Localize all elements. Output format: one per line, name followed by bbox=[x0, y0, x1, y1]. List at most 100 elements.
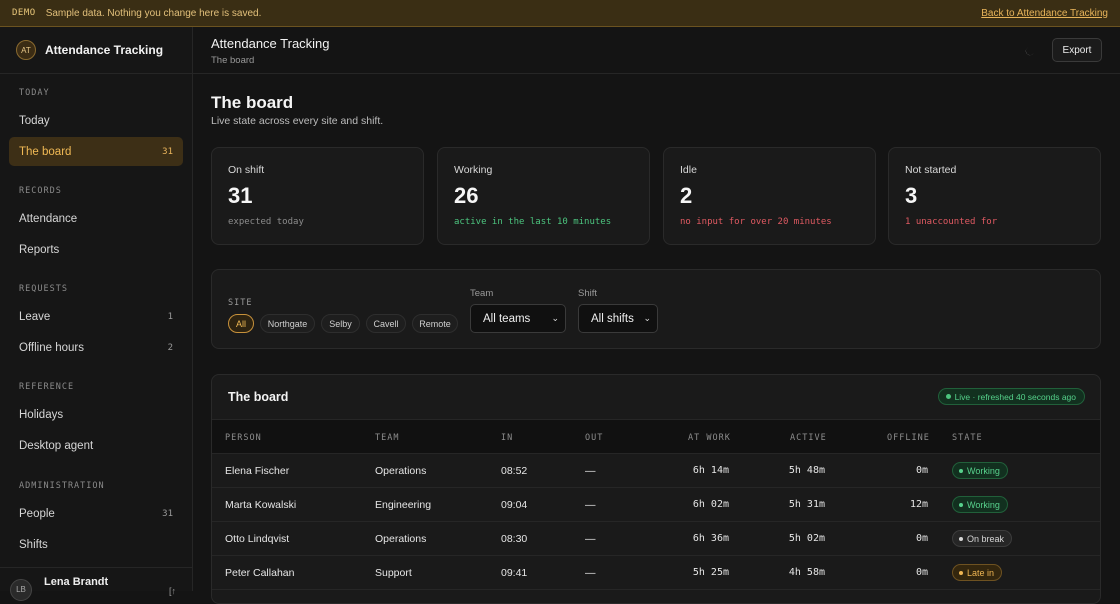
live-dot-icon bbox=[945, 394, 951, 399]
cell-person: Peter Callahan bbox=[225, 567, 295, 579]
sidebar-item-holidays[interactable]: Holidays bbox=[9, 400, 183, 429]
stat-value: 31 bbox=[228, 183, 253, 208]
column-header-offline[interactable]: OFFLINE bbox=[887, 433, 930, 443]
sidebar-item-shifts[interactable]: Shifts bbox=[9, 530, 183, 559]
sidebar-item-reports[interactable]: Reports bbox=[9, 235, 183, 264]
column-header-active[interactable]: ACTIVE bbox=[790, 433, 827, 443]
shift-filter-label: Shift bbox=[578, 288, 598, 299]
column-header-team[interactable]: TEAM bbox=[375, 433, 399, 443]
site-chip-cavell[interactable]: Cavell bbox=[366, 314, 406, 333]
table-header: PERSON TEAM IN OUT AT WORK ACTIVE OFFLIN… bbox=[212, 419, 1100, 454]
site-chip-selby[interactable]: Selby bbox=[321, 314, 360, 333]
sidebar-item-label: Shifts bbox=[19, 538, 48, 551]
sidebar-item-count: 31 bbox=[162, 146, 173, 157]
sidebar-item-label: Reports bbox=[19, 243, 60, 256]
column-header-in[interactable]: IN bbox=[501, 433, 513, 443]
stat-value: 2 bbox=[680, 183, 693, 208]
cell-at-work: 6h 36m bbox=[692, 533, 729, 544]
status-dot-icon bbox=[959, 468, 963, 473]
status-text: On break bbox=[967, 533, 1005, 544]
sidebar-item-label: The board bbox=[19, 145, 72, 158]
cell-team: Operations bbox=[375, 465, 427, 477]
site-chip-northgate[interactable]: Northgate bbox=[260, 314, 315, 333]
cell-active: 5h 48m bbox=[788, 465, 825, 476]
board-panel: The board Live · refreshed 40 seconds ag… bbox=[211, 374, 1101, 604]
theme-toggle-button[interactable] bbox=[1019, 41, 1039, 61]
status-text: Working bbox=[967, 499, 1000, 510]
column-header-at-work[interactable]: AT WORK bbox=[688, 433, 731, 443]
sidebar-item-count: 1 bbox=[167, 311, 173, 322]
sidebar-item-label: Today bbox=[19, 114, 50, 127]
user-name: Lena Brandt bbox=[44, 575, 109, 588]
sidebar-item-people[interactable]: People 31 bbox=[9, 499, 183, 528]
status-badge: Late in bbox=[952, 564, 1003, 581]
sidebar-item-label: People bbox=[19, 507, 55, 520]
chevron-down-icon: ⌄ bbox=[551, 313, 559, 323]
site-filter-label: SITE bbox=[228, 298, 253, 308]
column-header-state[interactable]: STATE bbox=[952, 433, 983, 443]
app-title: Attendance Tracking bbox=[211, 36, 330, 51]
column-header-out[interactable]: OUT bbox=[585, 433, 603, 443]
sidebar-item-today[interactable]: Today bbox=[9, 106, 183, 135]
sidebar-item-attendance[interactable]: Attendance bbox=[9, 204, 183, 233]
stat-note: expected today bbox=[228, 217, 304, 227]
avatar: LB bbox=[10, 578, 32, 601]
topbar: Attendance Tracking The board Export bbox=[193, 27, 1120, 74]
cell-person: Marta Kowalski bbox=[225, 499, 297, 511]
cell-team: Engineering bbox=[375, 499, 432, 511]
cell-team: Support bbox=[375, 567, 412, 579]
section-records: RECORDS bbox=[19, 186, 62, 196]
moon-icon bbox=[1025, 46, 1034, 55]
sidebar-item-count: 2 bbox=[167, 342, 173, 353]
sidebar-item-label: Leave bbox=[19, 310, 51, 323]
page-title: The board bbox=[211, 93, 294, 112]
stat-label: Not started bbox=[905, 164, 957, 176]
table-row[interactable]: Marta Kowalski Engineering 09:04 — 6h 02… bbox=[212, 488, 1100, 522]
stat-note: 1 unaccounted for bbox=[905, 217, 998, 227]
cell-in: 08:30 bbox=[501, 533, 528, 545]
table-row[interactable]: Elena Fischer Operations 08:52 — 6h 14m … bbox=[212, 454, 1100, 488]
cell-active: 5h 31m bbox=[788, 499, 825, 510]
cell-person: Otto Lindqvist bbox=[225, 533, 290, 545]
sidebar-item-desktop-agent[interactable]: Desktop agent bbox=[9, 431, 183, 460]
status-badge: On break bbox=[952, 530, 1013, 547]
stat-card-idle: Idle 2 no input for over 20 minutes bbox=[663, 147, 876, 245]
sidebar-item-count: 31 bbox=[162, 508, 173, 519]
table-row[interactable]: Peter Callahan Support 09:41 — 5h 25m 4h… bbox=[212, 556, 1100, 590]
cell-out: — bbox=[585, 567, 596, 579]
sidebar-item-leave[interactable]: Leave 1 bbox=[9, 302, 183, 331]
stat-card-working: Working 26 active in the last 10 minutes bbox=[437, 147, 650, 245]
main-content: Attendance Tracking The board Export The… bbox=[193, 27, 1120, 604]
stat-label: Working bbox=[454, 164, 493, 176]
status-text: Late in bbox=[967, 567, 995, 578]
cell-out: — bbox=[585, 533, 596, 545]
status-badge: Working bbox=[952, 496, 1008, 513]
table-row[interactable]: Otto Lindqvist Operations 08:30 — 6h 36m… bbox=[212, 522, 1100, 556]
site-chip-all[interactable]: All bbox=[228, 314, 254, 333]
cell-active: 5h 02m bbox=[788, 533, 825, 544]
cell-offline: 0m bbox=[915, 567, 928, 578]
export-button[interactable]: Export bbox=[1052, 38, 1102, 62]
back-link[interactable]: Back to Attendance Tracking bbox=[981, 8, 1108, 19]
team-select[interactable]: All teams ⌄ bbox=[470, 304, 566, 333]
section-requests: REQUESTS bbox=[19, 284, 68, 294]
shift-select[interactable]: All shifts ⌄ bbox=[578, 304, 658, 333]
cell-at-work: 6h 02m bbox=[692, 499, 729, 510]
stat-value: 26 bbox=[454, 183, 479, 208]
site-chip-remote[interactable]: Remote bbox=[412, 314, 458, 333]
sign-out-icon[interactable]: [↑ bbox=[169, 586, 176, 596]
section-today: TODAY bbox=[19, 88, 50, 98]
status-dot-icon bbox=[959, 570, 963, 575]
team-select-value: All teams bbox=[483, 312, 531, 325]
sidebar-item-board[interactable]: The board 31 bbox=[9, 137, 183, 166]
sidebar-item-offline-hours[interactable]: Offline hours 2 bbox=[9, 333, 183, 362]
section-reference: REFERENCE bbox=[19, 382, 75, 392]
cell-offline: 0m bbox=[915, 465, 928, 476]
cell-in: 09:04 bbox=[501, 499, 528, 511]
brand[interactable]: AT Attendance Tracking bbox=[0, 27, 192, 74]
live-status-badge: Live · refreshed 40 seconds ago bbox=[937, 388, 1085, 405]
user-profile[interactable]: LB Lena Brandt [↑ bbox=[0, 567, 192, 601]
sidebar-item-label: Holidays bbox=[19, 408, 64, 421]
brand-logo: AT bbox=[16, 40, 36, 60]
column-header-person[interactable]: PERSON bbox=[225, 433, 262, 443]
